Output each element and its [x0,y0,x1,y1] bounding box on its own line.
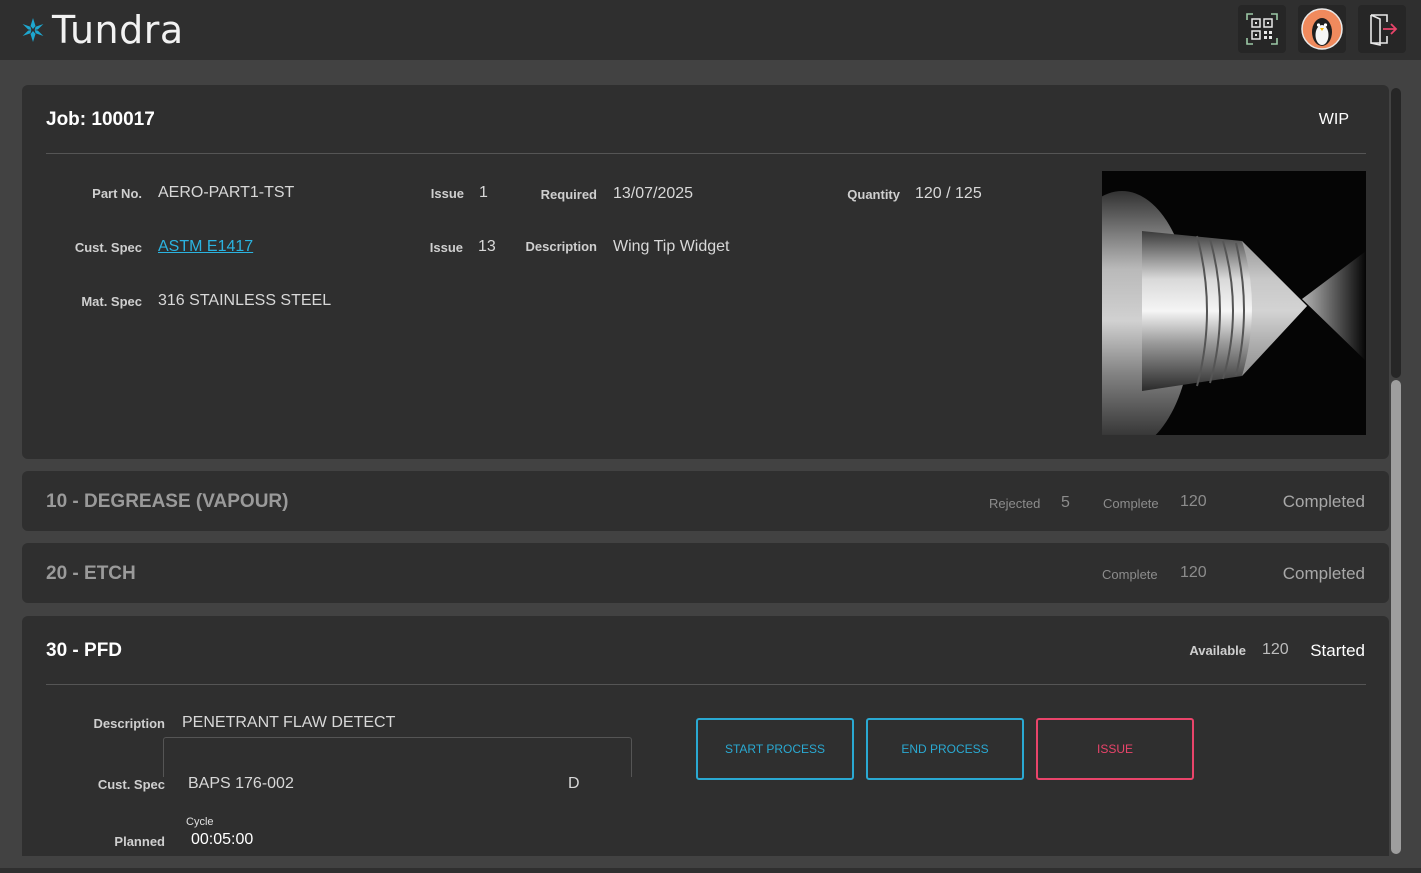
scrollbar-track[interactable] [1391,88,1401,378]
cust-issue-label: Issue [429,240,463,255]
op-cust-spec-label: Cust. Spec [97,777,165,792]
divider [46,684,1366,685]
brand[interactable]: Tundra [20,10,184,50]
complete-label: Complete [1103,496,1159,511]
app-title: Tundra [52,8,184,52]
bottom-bar [0,868,1421,873]
operation-card-10[interactable]: 10 - DEGREASE (VAPOUR) Rejected 5 Comple… [22,471,1389,531]
description-label: Description [525,239,597,254]
op-description-value: PENETRANT FLAW DETECT [182,714,396,731]
scrollbar-thumb[interactable] [1391,380,1401,854]
required-label: Required [540,187,597,202]
rejected-value: 5 [1061,494,1070,511]
issue-button[interactable]: ISSUE [1036,718,1194,780]
job-status: WIP [1318,111,1349,128]
operation-title: 30 - PFD [46,640,123,661]
quantity-label: Quantity [847,187,900,202]
user-avatar-button[interactable] [1298,5,1346,53]
op-cust-spec-value: BAPS 176-002 [188,775,294,792]
operation-title: 10 - DEGREASE (VAPOUR) [46,491,289,512]
complete-value: 120 [1180,493,1207,510]
penguin-avatar-icon [1301,8,1343,50]
available-label: Available [1189,643,1246,658]
start-process-button[interactable]: START PROCESS [696,718,854,780]
cust-spec-label: Cust. Spec [74,240,142,255]
complete-label: Complete [1102,567,1158,582]
cycle-field[interactable] [163,737,632,777]
quantity-value: 120 / 125 [915,185,982,202]
cycle-label: Cycle [186,816,214,828]
mat-spec-value: 316 STAINLESS STEEL [158,292,332,309]
part-no-value: AERO-PART1-TST [158,184,295,201]
end-process-button[interactable]: END PROCESS [866,718,1024,780]
available-value: 120 [1262,641,1289,658]
op-description-label: Description [93,716,165,731]
required-value: 13/07/2025 [613,185,694,202]
divider [46,153,1366,154]
operation-title: 20 - ETCH [46,563,136,584]
op-cust-spec-issue: D [568,775,580,792]
complete-value: 120 [1180,564,1207,581]
issue-label: Issue [430,186,464,201]
top-bar: Tundra [0,0,1421,60]
part-no-label: Part No. [92,186,142,201]
planned-label: Planned [114,834,165,849]
rejected-label: Rejected [989,496,1041,511]
snowflake-logo-icon [22,18,44,42]
qr-scan-button[interactable] [1238,5,1286,53]
qr-code-icon [1246,13,1278,45]
part-issue-value: 1 [479,184,488,201]
operation-card-20[interactable]: 20 - ETCH Complete 120 Completed [22,543,1389,603]
job-card: Job: 100017 WIP Part No. AERO-PART1-TST … [22,85,1389,459]
cust-spec-link[interactable]: ASTM E1417 [158,238,253,256]
operation-status: Completed [1282,492,1365,511]
cycle-value: 00:05:00 [191,831,254,848]
operation-status: Started [1310,641,1365,660]
description-value: Wing Tip Widget [613,238,730,255]
mat-spec-label: Mat. Spec [81,294,142,309]
operation-status: Completed [1282,564,1365,583]
logout-door-icon [1370,14,1398,46]
cust-issue-value: 13 [478,238,496,255]
logout-button[interactable] [1358,5,1406,53]
job-title: Job: 100017 [46,109,155,130]
part-image [1102,171,1366,435]
